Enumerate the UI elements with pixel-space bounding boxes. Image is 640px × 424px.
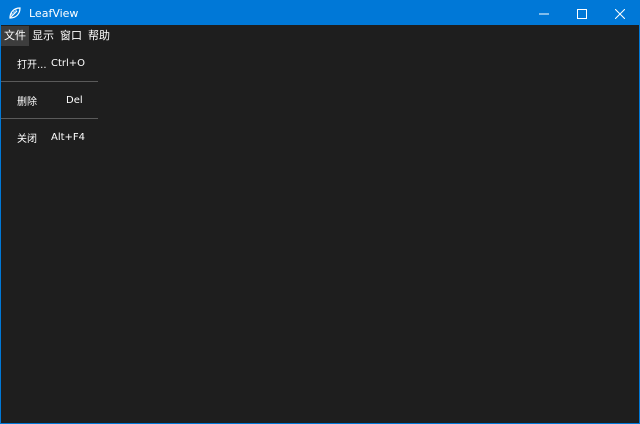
menu-item-close[interactable]: 关闭 Alt+F4 xyxy=(1,121,98,153)
menu-item-delete[interactable]: 删除 Del xyxy=(1,84,98,116)
menu-file[interactable]: 文件 xyxy=(1,26,29,46)
menu-item-label: 打开... xyxy=(17,59,47,71)
minimize-button[interactable] xyxy=(525,1,563,25)
menu-separator xyxy=(1,81,98,82)
menu-item-label: 删除 xyxy=(17,96,37,108)
close-button[interactable] xyxy=(601,1,639,25)
app-window: LeafView 文件 显示 窗口 帮助 打开... Ctrl+O 删除 Del… xyxy=(0,0,640,424)
window-controls xyxy=(525,1,639,25)
maximize-icon xyxy=(577,4,587,23)
menu-item-open[interactable]: 打开... Ctrl+O xyxy=(1,47,98,79)
file-menu-dropdown: 打开... Ctrl+O 删除 Del 关闭 Alt+F4 xyxy=(1,47,98,153)
menu-item-shortcut: Alt+F4 xyxy=(51,131,86,143)
window-title: LeafView xyxy=(29,6,79,20)
menu-item-shortcut: Del xyxy=(66,94,83,106)
menu-item-shortcut: Ctrl+O xyxy=(51,57,86,69)
menu-view[interactable]: 显示 xyxy=(29,26,57,46)
title-bar[interactable]: LeafView xyxy=(1,1,639,25)
minimize-icon xyxy=(539,4,549,23)
close-icon xyxy=(614,4,626,23)
menu-help[interactable]: 帮助 xyxy=(85,26,113,46)
menu-separator xyxy=(1,118,98,119)
menu-window[interactable]: 窗口 xyxy=(57,26,85,46)
leaf-icon xyxy=(7,5,23,21)
menu-bar: 文件 显示 窗口 帮助 xyxy=(1,25,639,47)
maximize-button[interactable] xyxy=(563,1,601,25)
menu-item-label: 关闭 xyxy=(17,133,37,145)
